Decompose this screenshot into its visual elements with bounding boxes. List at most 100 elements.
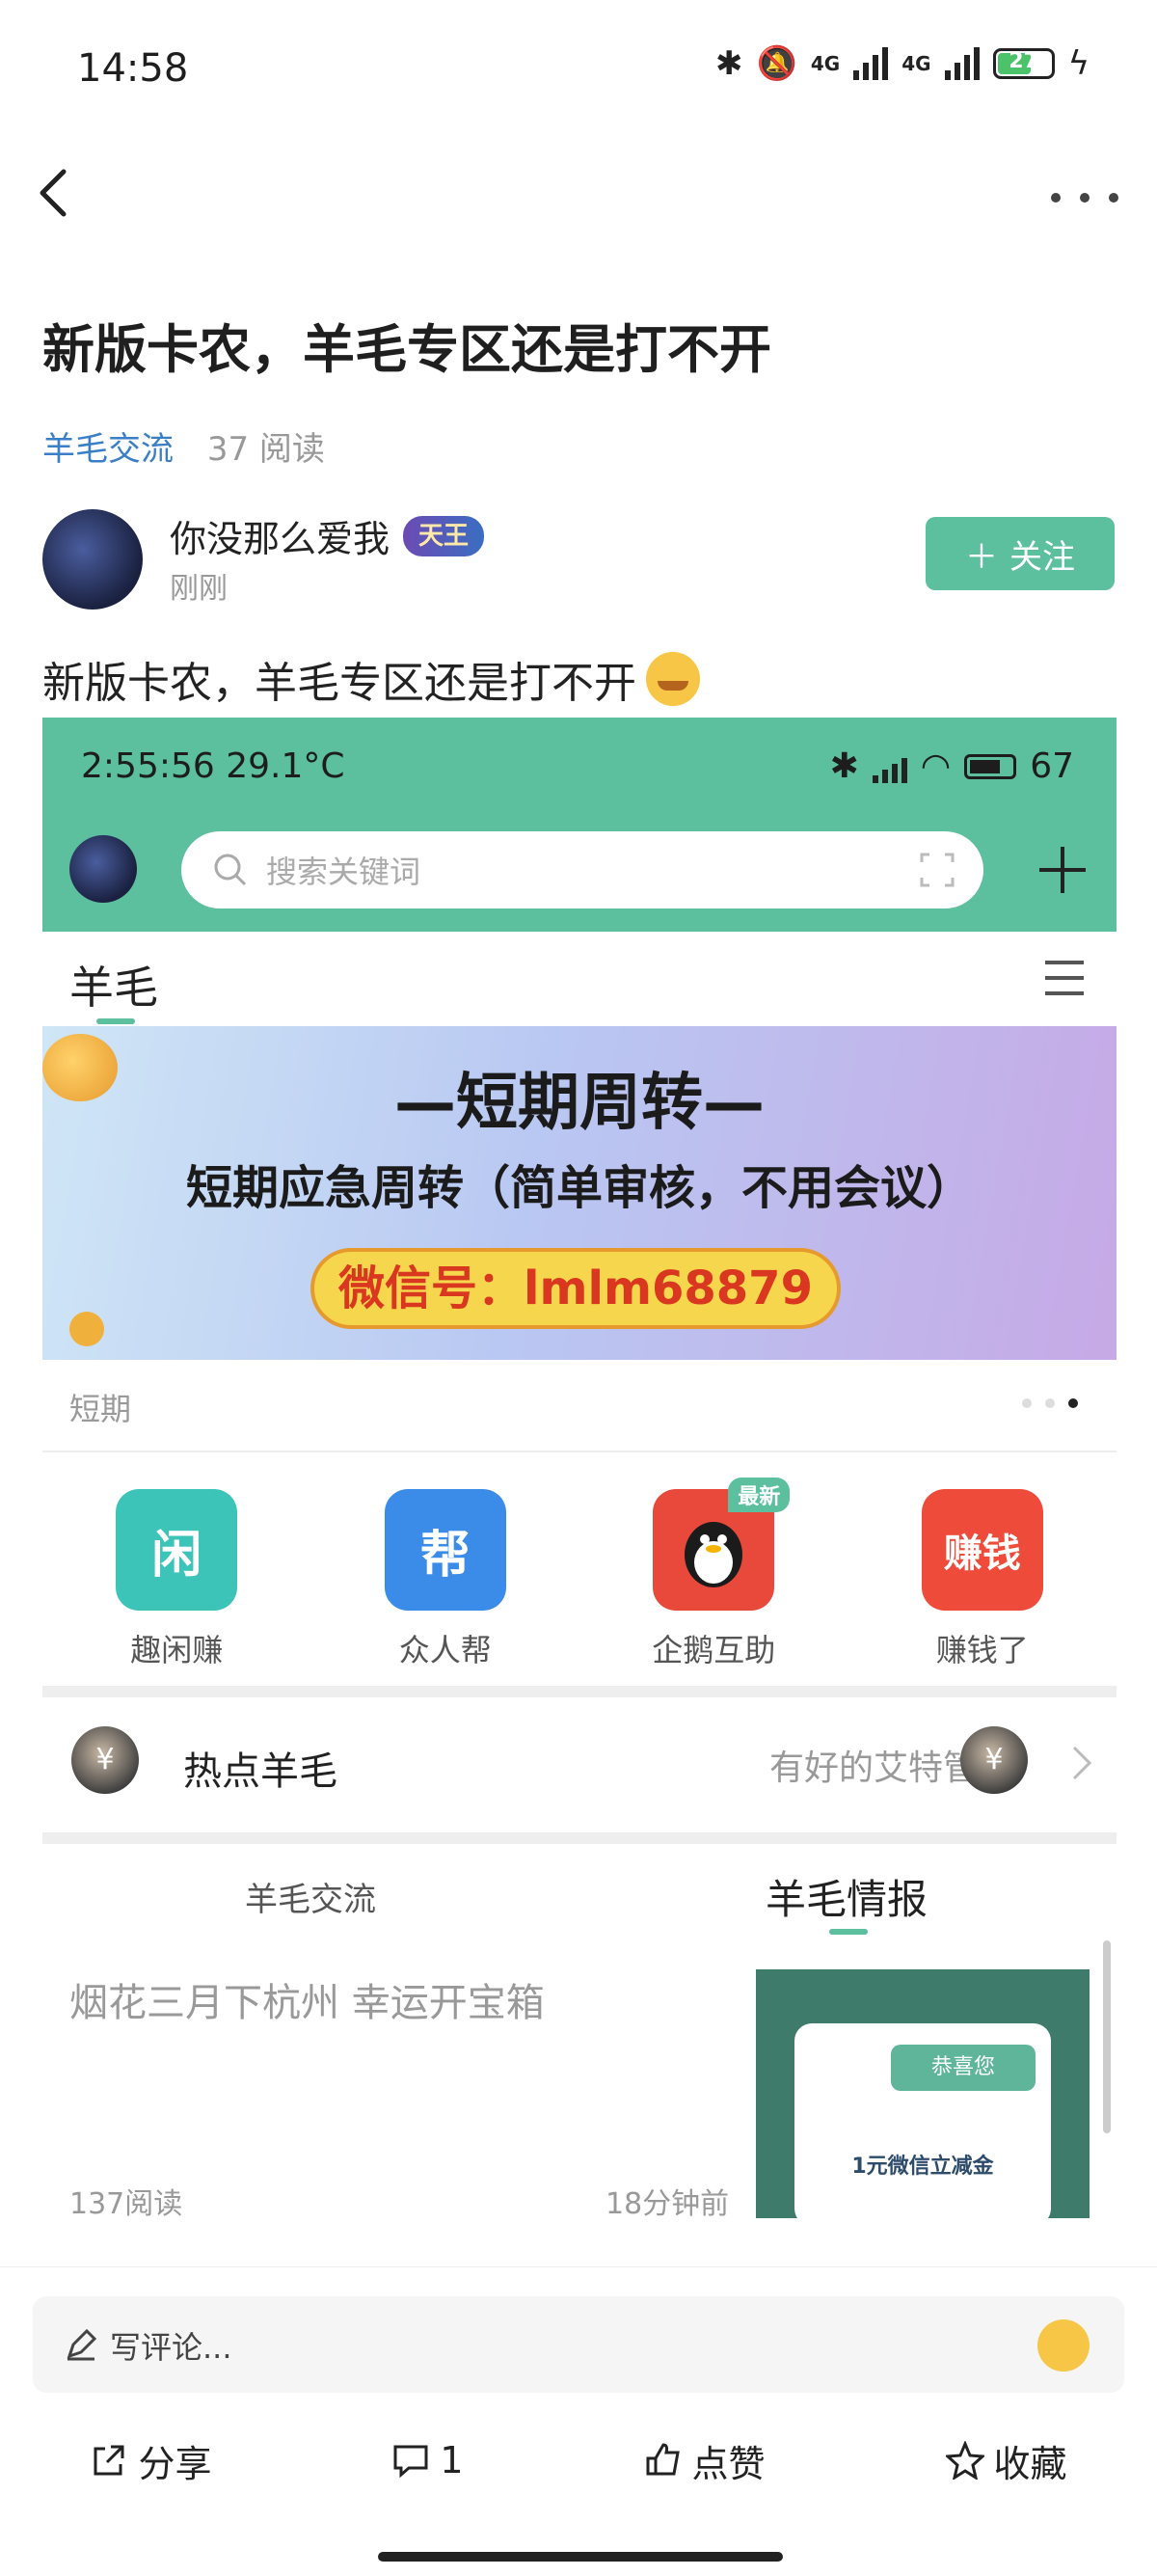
status-bar: 14:58 ✱ 🔕 4G 4G 27 ϟ (0, 0, 1157, 145)
yen-coin-icon: ¥ (960, 1726, 1028, 1794)
app-label: 众人帮 (398, 1632, 492, 1668)
article-thumbnail: 恭喜您 1元微信立减金 (756, 1969, 1090, 2218)
post-body: 新版卡农，羊毛专区还是打不开 (42, 648, 700, 710)
status-time: 14:58 (77, 46, 189, 91)
battery-icon: 27 (992, 48, 1055, 79)
app-item: 闲 趣闲赚 (80, 1489, 273, 1682)
pen-icon (67, 2328, 97, 2361)
signal-icon-2 (944, 47, 980, 80)
tab-intel: 羊毛情报 (766, 1876, 928, 1923)
post-meta: 羊毛交流 37 阅读 (42, 422, 325, 470)
comment-count: 1 (440, 2439, 464, 2481)
scan-icon (920, 853, 955, 887)
carousel-dots (1022, 1398, 1078, 1408)
tab-underline (96, 1018, 135, 1024)
app-icon-quxianzhuan: 闲 (116, 1489, 238, 1611)
app-label: 趣闲赚 (130, 1632, 224, 1668)
banner-caption: 短期 (69, 1391, 132, 1427)
search-placeholder: 搜索关键词 (266, 854, 421, 890)
scrollbar (1103, 1940, 1111, 2133)
banner-subline: 短期应急周转（简单审核，不用会议） (185, 1161, 973, 1215)
like-label: 点赞 (691, 2442, 766, 2485)
content-tabs: 羊毛交流 羊毛情报 (42, 1852, 1117, 1939)
home-indicator[interactable] (378, 2552, 783, 2562)
topic-link[interactable]: 羊毛交流 (42, 430, 174, 469)
network-type-1: 4G (810, 52, 841, 75)
embedded-avatar (69, 835, 137, 903)
yen-coin-icon: ¥ (71, 1726, 139, 1794)
embedded-search-box: 搜索关键词 (181, 831, 983, 908)
divider (42, 1686, 1117, 1697)
author-name[interactable]: 你没那么爱我 (170, 509, 390, 562)
hot-title: 热点羊毛 (183, 1749, 337, 1794)
article-title: 烟花三月下杭州 幸运开宝箱 (69, 1981, 545, 2025)
comment-icon (393, 2445, 428, 2479)
author-name-row: 你没那么爱我 天王 (170, 509, 485, 562)
like-button[interactable]: 点赞 (644, 2434, 766, 2487)
app-icon-zhongrenbang: 帮 (384, 1489, 506, 1611)
tab-underline (829, 1929, 868, 1935)
action-row: 分享 1 点赞 收藏 (0, 2412, 1157, 2508)
mute-icon: 🔕 (756, 44, 797, 83)
search-icon (214, 854, 247, 886)
comment-placeholder: 写评论... (110, 2329, 232, 2366)
signal-icon (872, 750, 907, 783)
bottom-bar: 写评论... 分享 1 点赞 收藏 (0, 2266, 1157, 2576)
app-item: 帮 众人帮 (349, 1489, 542, 1682)
comment-input[interactable]: 写评论... (33, 2296, 1124, 2393)
penguin-icon: 最新 (653, 1478, 791, 1611)
follow-label: 关注 (1009, 538, 1075, 576)
chevron-left-icon (40, 169, 67, 217)
thumb-text: 1元微信立减金 (851, 2155, 994, 2179)
charging-icon: ϟ (1067, 44, 1090, 83)
share-icon (94, 2445, 124, 2476)
more-options-button[interactable] (1051, 174, 1118, 222)
embedded-status-time: 2:55:56 29.1°C (81, 746, 345, 786)
embedded-section-title: 羊毛 (69, 962, 158, 1014)
share-button[interactable]: 分享 (90, 2434, 211, 2487)
network-type-2: 4G (901, 52, 931, 75)
wifi-icon: ◠ (920, 746, 952, 786)
bluetooth-icon: ✱ (829, 746, 859, 786)
follow-button[interactable]: ＋ 关注 (926, 517, 1115, 590)
post-body-text: 新版卡农，羊毛专区还是打不开 (42, 659, 636, 708)
menu-icon (1045, 961, 1084, 995)
read-count: 37 阅读 (206, 430, 325, 469)
share-label: 分享 (138, 2442, 212, 2485)
thumb-header: 恭喜您 (891, 2045, 1036, 2091)
app-item: 最新 企鹅互助 (617, 1478, 810, 1682)
divider (42, 1832, 1117, 1844)
app-label: 赚钱了 (935, 1632, 1029, 1668)
favorite-label: 收藏 (993, 2442, 1067, 2485)
plus-icon: ＋ (965, 538, 998, 576)
article-reads: 137阅读 (69, 2187, 183, 2221)
banner-wechat: 微信号：lmlm68879 (310, 1248, 841, 1329)
banner-headline: —短期周转— (394, 1068, 765, 1139)
hot-section: ¥ 热点羊毛 有好的艾特管理 ¥ (42, 1701, 1117, 1829)
chevron-right-icon (1072, 1746, 1092, 1780)
battery-icon (964, 753, 1017, 779)
app-icon-zhuanqianle: 赚钱 (921, 1489, 1043, 1611)
post-image[interactable]: 2:55:56 29.1°C ✱ ◠ 67 搜索关键词 羊毛 —短期周转— 短期… (42, 718, 1117, 2328)
emoji-icon[interactable] (1037, 2319, 1090, 2372)
embedded-battery-level: 67 (1030, 746, 1074, 786)
author-badge: 天王 (403, 515, 485, 556)
article-time: 18分钟前 (605, 2187, 730, 2221)
thumbs-up-icon (646, 2443, 680, 2476)
laugh-emoji-icon (646, 652, 700, 706)
new-tag: 最新 (728, 1478, 791, 1512)
tab-exchange: 羊毛交流 (245, 1881, 376, 1919)
post-time: 刚刚 (170, 572, 228, 606)
back-button[interactable] (35, 164, 93, 231)
play-icon (69, 1312, 104, 1346)
comment-button[interactable]: 1 (391, 2439, 464, 2481)
status-icons: ✱ 🔕 4G 4G 27 ϟ (715, 44, 1090, 83)
favorite-button[interactable]: 收藏 (945, 2434, 1067, 2487)
embedded-status-icons: ✱ ◠ 67 (830, 746, 1074, 786)
post-title: 新版卡农，羊毛专区还是打不开 (42, 319, 771, 380)
app-item: 赚钱 赚钱了 (886, 1489, 1079, 1682)
ad-banner: —短期周转— 短期应急周转（简单审核，不用会议） 微信号：lmlm68879 (42, 1026, 1117, 1360)
divider (42, 1451, 1117, 1452)
signal-icon (853, 47, 889, 80)
author-avatar[interactable] (42, 509, 143, 610)
